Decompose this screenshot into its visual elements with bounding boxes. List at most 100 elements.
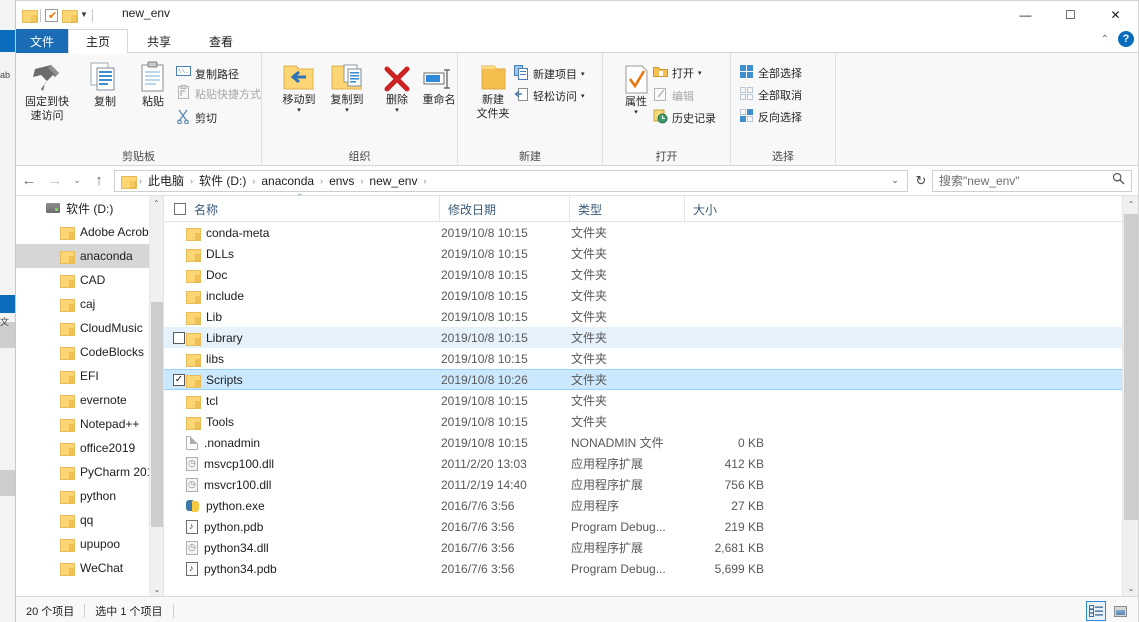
address-history-caret-icon[interactable]: ⌄	[885, 175, 905, 186]
refresh-button[interactable]: ↻	[910, 173, 932, 189]
table-row[interactable]: Doc 2019/10/8 10:15 文件夹	[164, 264, 1138, 285]
tab-file[interactable]: 文件	[16, 29, 68, 53]
tab-share[interactable]: 共享	[128, 29, 190, 53]
sidebar-item-upupoo[interactable]: upupoo	[16, 532, 163, 556]
minimize-button[interactable]: —	[1003, 1, 1048, 29]
column-header-name[interactable]: 名称 ⌃	[186, 192, 439, 222]
cell-name[interactable]: libs	[186, 352, 224, 367]
copy-to-button[interactable]: 复制到 ▾	[320, 63, 374, 114]
sidebar-item-efi[interactable]: EFI	[16, 364, 163, 388]
table-row[interactable]: include 2019/10/8 10:15 文件夹	[164, 285, 1138, 306]
table-row[interactable]: DLLs 2019/10/8 10:15 文件夹	[164, 243, 1138, 264]
address-bar[interactable]: › 此电脑 › 软件 (D:) › anaconda › envs › new_…	[114, 169, 908, 192]
back-button[interactable]: ←	[16, 168, 42, 194]
cell-name[interactable]: msvcp100.dll	[186, 456, 274, 471]
column-header-date-modified[interactable]: 修改日期	[439, 196, 569, 222]
pin-to-quick-access-button[interactable]: 固定到快 速访问	[20, 61, 74, 123]
cell-name[interactable]: conda-meta	[186, 226, 269, 241]
cell-name[interactable]: python.exe	[186, 499, 265, 513]
column-header-type[interactable]: 类型	[569, 196, 684, 222]
sidebar-item-cad[interactable]: CAD	[16, 268, 163, 292]
breadcrumb-item-1[interactable]: 软件 (D:)	[195, 172, 250, 189]
caret-icon[interactable]: ▾	[395, 107, 399, 114]
cell-name[interactable]: python.pdb	[186, 519, 263, 534]
new-item-button[interactable]: 新建项目 ▾	[514, 65, 585, 83]
cell-name[interactable]: .nonadmin	[186, 435, 260, 450]
cell-name[interactable]: Lib	[186, 310, 222, 325]
table-row[interactable]: msvcp100.dll 2011/2/20 13:03 应用程序扩展 412 KB	[164, 453, 1138, 474]
maximize-button[interactable]: ☐	[1048, 1, 1093, 29]
cell-name[interactable]: Tools	[186, 415, 234, 430]
search-icon[interactable]	[1112, 172, 1125, 190]
title-bar[interactable]: ✔ ▼ new_env — ☐ ✕	[16, 1, 1138, 29]
breadcrumb-item-2[interactable]: anaconda	[257, 174, 318, 188]
sidebar-item-notepad[interactable]: Notepad++	[16, 412, 163, 436]
caret-icon[interactable]: ▾	[297, 107, 301, 114]
row-checkbox[interactable]: ✓	[172, 373, 186, 386]
table-row[interactable]: .nonadmin 2019/10/8 10:15 NONADMIN 文件 0 KB	[164, 432, 1138, 453]
caret-icon[interactable]: ▾	[345, 107, 349, 114]
unchecked-checkbox-icon[interactable]	[173, 331, 185, 344]
cell-name[interactable]: DLLs	[186, 247, 234, 262]
table-row[interactable]: Library 2019/10/8 10:15 文件夹	[164, 327, 1138, 348]
caret-icon[interactable]: ▾	[581, 70, 585, 78]
breadcrumb-item-0[interactable]: 此电脑	[144, 172, 188, 189]
open-button[interactable]: 打开 ▾	[653, 65, 702, 81]
new-folder-icon[interactable]	[62, 9, 78, 23]
scroll-up-icon[interactable]: ⌃	[1123, 196, 1139, 212]
table-row[interactable]: tcl 2019/10/8 10:15 文件夹	[164, 390, 1138, 411]
search-box[interactable]: 搜索"new_env"	[932, 169, 1132, 192]
cell-name[interactable]: msvcr100.dll	[186, 477, 271, 492]
customize-caret-icon[interactable]: ▼	[80, 5, 88, 25]
copy-path-button[interactable]: \\.. 复制路径	[176, 65, 239, 82]
up-button[interactable]: ↑	[86, 168, 112, 194]
table-row[interactable]: python.exe 2016/7/6 3:56 应用程序 27 KB	[164, 495, 1138, 516]
tab-view[interactable]: 查看	[190, 29, 252, 53]
cell-name[interactable]: Scripts	[186, 373, 243, 388]
details-view-button[interactable]	[1086, 601, 1106, 621]
file-list-scrollbar[interactable]: ⌃ ⌄	[1122, 196, 1138, 596]
large-icons-view-button[interactable]	[1110, 601, 1130, 621]
table-row[interactable]: libs 2019/10/8 10:15 文件夹	[164, 348, 1138, 369]
cell-name[interactable]: Doc	[186, 268, 227, 283]
checked-checkbox-icon[interactable]: ✓	[173, 373, 185, 386]
close-button[interactable]: ✕	[1093, 1, 1138, 29]
caret-icon[interactable]: ▾	[634, 109, 638, 116]
sidebar-item-python[interactable]: python	[16, 484, 163, 508]
breadcrumb-item-4[interactable]: new_env	[365, 174, 421, 188]
sidebar-item-cloudmusic[interactable]: CloudMusic	[16, 316, 163, 340]
cell-name[interactable]: Library	[186, 331, 243, 346]
forward-button[interactable]: →	[42, 168, 68, 194]
background-window-sliver[interactable]: ab 文	[0, 0, 16, 622]
scrollbar-thumb[interactable]	[151, 302, 163, 527]
folder-icon[interactable]	[22, 9, 38, 23]
cell-name[interactable]: python34.pdb	[186, 561, 277, 576]
caret-icon[interactable]: ▾	[698, 69, 702, 77]
sidebar-item-d[interactable]: 软件 (D:)	[16, 196, 163, 220]
cell-name[interactable]: tcl	[186, 394, 218, 409]
help-icon[interactable]: ?	[1118, 31, 1134, 47]
sidebar-item-evernote[interactable]: evernote	[16, 388, 163, 412]
sidebar-scrollbar[interactable]: ⌃ ⌄	[149, 196, 163, 596]
sidebar-item-qq[interactable]: qq	[16, 508, 163, 532]
caret-icon[interactable]: ▾	[581, 92, 585, 100]
sidebar-item-codeblocks[interactable]: CodeBlocks	[16, 340, 163, 364]
sidebar-item-caj[interactable]: caj	[16, 292, 163, 316]
breadcrumb-item-3[interactable]: envs	[325, 174, 358, 188]
table-row[interactable]: conda-meta 2019/10/8 10:15 文件夹	[164, 222, 1138, 243]
scroll-down-icon[interactable]: ⌄	[1123, 580, 1139, 596]
easy-access-button[interactable]: 轻松访问 ▾	[514, 87, 585, 105]
sidebar-item-adobe-acrob[interactable]: Adobe Acrob	[16, 220, 163, 244]
paste-button[interactable]: 粘贴	[126, 61, 180, 109]
paste-shortcut-button[interactable]: 粘贴快捷方式	[176, 85, 261, 103]
table-row[interactable]: python34.dll 2016/7/6 3:56 应用程序扩展 2,681 KB	[164, 537, 1138, 558]
cell-name[interactable]: include	[186, 289, 244, 304]
copy-button[interactable]: 复制	[78, 61, 132, 109]
collapse-ribbon-icon[interactable]: ⌃	[1101, 34, 1109, 45]
column-header-size[interactable]: 大小	[684, 196, 769, 222]
tab-home[interactable]: 主页	[68, 29, 128, 54]
sidebar-item-wechat[interactable]: WeChat	[16, 556, 163, 580]
select-none-button[interactable]: 全部取消	[739, 86, 802, 104]
recent-locations-button[interactable]: ⌄	[68, 168, 86, 194]
properties-icon[interactable]: ✔	[45, 8, 58, 22]
